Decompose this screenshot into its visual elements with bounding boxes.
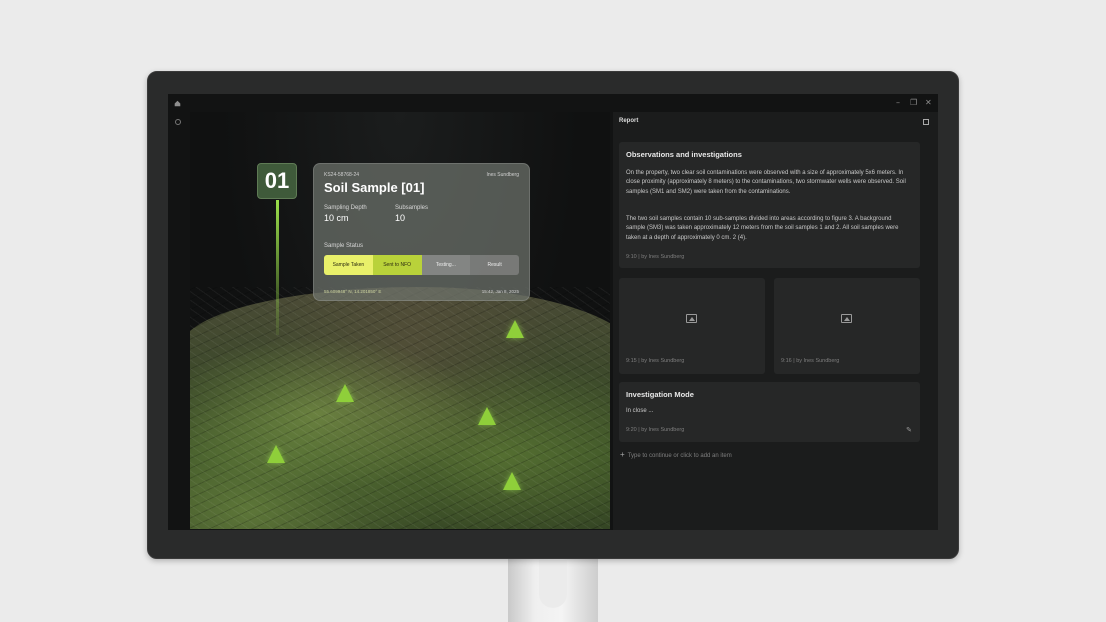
subsamples-value: 10 [395,213,406,223]
report-panel: Report Observations and investigations O… [613,112,938,530]
title-bar: – ❐ ✕ [168,94,938,112]
sample-pin-pole [276,200,279,335]
investigation-text: In close ... [626,408,654,414]
depth-value: 10 cm [324,213,349,223]
sample-id: KS24-58768-24 [324,172,360,178]
observations-meta: 9:10 | by Ines Sundberg [626,254,685,260]
report-title: Report [619,118,639,124]
sample-info-card: KS24-58768-24 Ines Sundberg Soil Sample … [313,163,530,301]
depth-label: Sampling Depth [324,205,367,211]
image-block[interactable]: 9:16 | by Ines Sundberg [774,278,920,374]
terrain-texture [190,287,610,529]
app-screen: – ❐ ✕ 01 KS24-58768-24 Ines Sundberg Soi… [168,94,938,530]
monitor-stand-cutout [539,560,567,608]
observations-paragraph-1: On the property, two clear soil contamin… [626,170,906,195]
minimize-button[interactable]: – [896,98,900,108]
image-block[interactable]: 9:15 | by Ines Sundberg [619,278,765,374]
observations-heading: Observations and investigations [626,150,742,159]
subsamples-label: Subsamples [395,205,429,211]
sample-number-badge[interactable]: 01 [257,163,297,199]
add-item-input[interactable]: + Type to continue or click to add an ite… [620,450,732,459]
sample-marker[interactable] [267,445,285,463]
add-item-placeholder: Type to continue or click to add an item [627,453,732,459]
monitor: – ❐ ✕ 01 KS24-58768-24 Ines Sundberg Soi… [147,71,959,559]
sample-date: 15:42, Jan 8, 2025 [481,289,519,294]
investigation-meta: 9:20 | by Ines Sundberg [626,427,685,433]
soil-terrain-model [190,287,610,529]
sample-author: Ines Sundberg [486,172,519,178]
sample-marker[interactable] [506,320,524,338]
plus-icon: + [620,450,625,459]
sample-marker[interactable] [336,384,354,402]
investigation-block[interactable]: Investigation Mode In close ... 9:20 | b… [619,382,920,442]
status-progress: Sample Taken Sent to NFO Testing... Resu… [324,255,519,275]
sample-marker[interactable] [478,407,496,425]
close-button[interactable]: ✕ [925,98,932,108]
status-step-sent[interactable]: Sent to NFO [372,255,422,275]
sidebar-settings-icon[interactable] [175,119,181,125]
image-icon [686,314,697,323]
status-label: Sample Status [324,243,364,249]
image-meta: 9:15 | by Ines Sundberg [626,358,685,364]
observations-block[interactable]: Observations and investigations On the p… [619,142,920,268]
image-meta: 9:16 | by Ines Sundberg [781,358,840,364]
status-step-result[interactable]: Result [470,255,519,275]
investigation-heading: Investigation Mode [626,390,694,399]
home-icon[interactable] [174,100,181,107]
sample-marker[interactable] [503,472,521,490]
status-step-testing[interactable]: Testing... [421,255,471,275]
3d-viewport[interactable]: 01 KS24-58768-24 Ines Sundberg Soil Samp… [190,112,610,529]
edit-pencil-icon[interactable]: ✎ [906,426,912,434]
observations-paragraph-2: The two soil samples contain 10 sub-samp… [626,216,899,241]
status-step-sample-taken[interactable]: Sample Taken [324,255,373,275]
image-icon [841,314,852,323]
restore-button[interactable]: ❐ [910,98,917,108]
expand-icon[interactable] [923,119,929,125]
sample-title: Soil Sample [01] [324,180,425,195]
sample-coordinates: 55.609948° N, 14.201850° E [324,289,382,294]
